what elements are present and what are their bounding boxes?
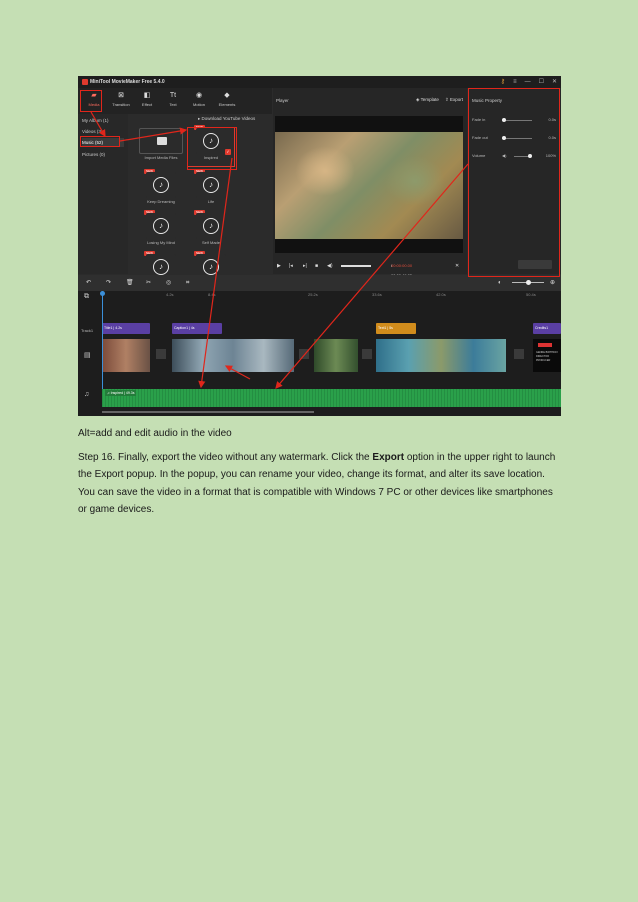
moviemaker-screenshot: MiniTool MovieMaker Free 5.4.0 ⚷ ≡ — ☐ ✕… xyxy=(78,76,561,416)
arrow-property-to-audio xyxy=(275,163,469,389)
step-16-paragraph: Step 16. Finally, export the video witho… xyxy=(78,449,564,519)
arrow-short xyxy=(224,365,251,380)
step-text-bold: Export xyxy=(372,452,405,463)
arrow-media-to-music xyxy=(90,111,106,138)
step-text-before: Step 16. Finally, export the video witho… xyxy=(78,452,373,463)
arrow-tile-to-audio xyxy=(198,157,233,389)
image-caption: Alt=add and edit audio in the video xyxy=(78,428,232,439)
annotation-arrows xyxy=(90,111,469,389)
arrow-music-to-tile xyxy=(119,127,188,142)
